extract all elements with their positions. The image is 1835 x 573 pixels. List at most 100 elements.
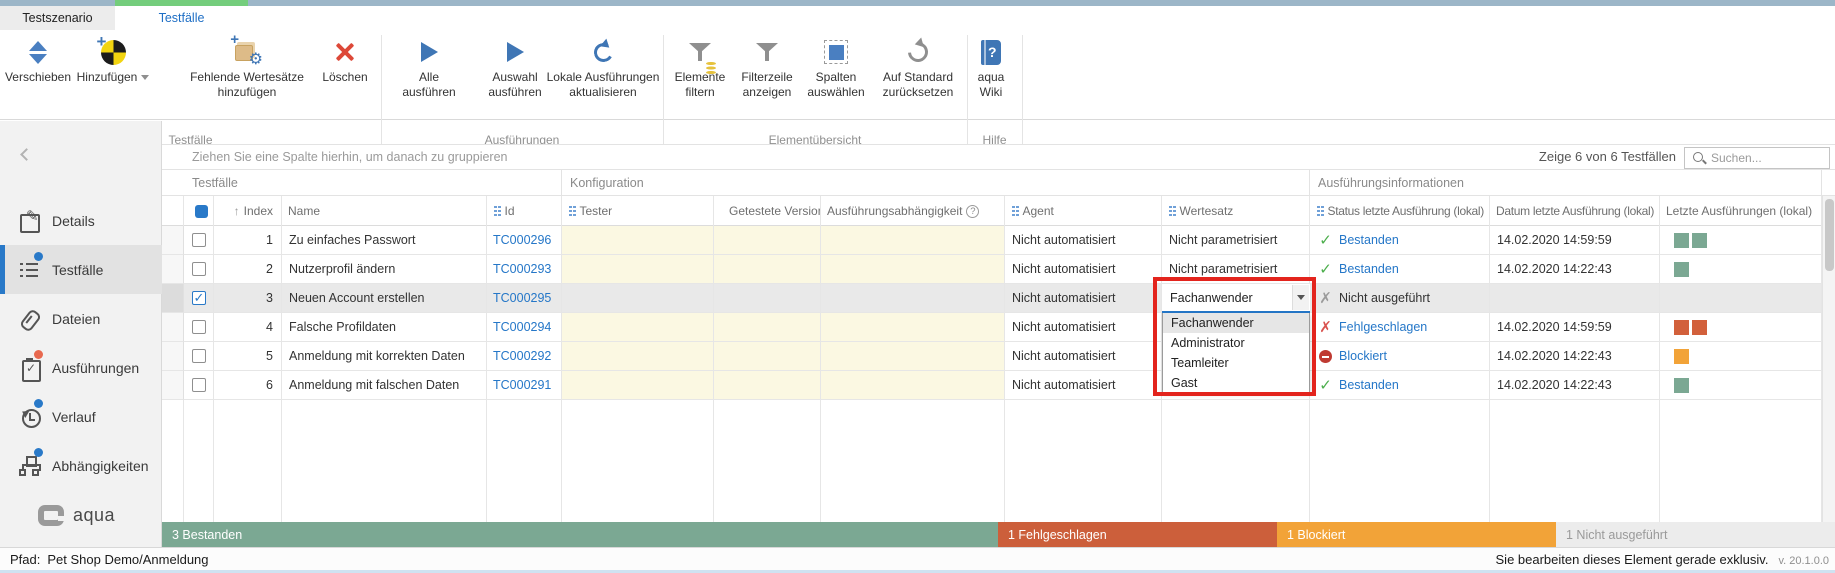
cell-tester[interactable]: [562, 284, 714, 313]
column-header-agent[interactable]: Agent: [1005, 196, 1162, 226]
cell-wertesatz[interactable]: Nicht parametrisiert: [1162, 255, 1310, 284]
combobox-dropdown-button[interactable]: [1292, 285, 1309, 310]
execution-history-squares[interactable]: [1660, 255, 1822, 284]
cell-name[interactable]: Nutzerprofil ändern: [282, 255, 487, 284]
cell-abhaengigkeit[interactable]: [821, 255, 1005, 284]
column-header-ausfuehrungsabhaengigkeit[interactable]: Ausführungsabhängigkeit: [821, 196, 1005, 226]
show-filter-row-button[interactable]: Filterzeileanzeigen: [732, 34, 802, 116]
status-link[interactable]: Bestanden: [1339, 262, 1399, 276]
cell-abhaengigkeit[interactable]: [821, 284, 1005, 313]
cell-abhaengigkeit[interactable]: [821, 226, 1005, 255]
wertesatz-combobox[interactable]: Fachanwender: [1162, 284, 1310, 313]
choose-columns-button[interactable]: Spaltenauswählen: [801, 34, 871, 116]
sidebar-item-verlauf[interactable]: Verlauf: [0, 392, 162, 441]
row-checkbox[interactable]: [192, 233, 206, 247]
filter-items-button[interactable]: Elementefiltern: [668, 34, 732, 116]
sidebar-item-testfaelle[interactable]: Testfälle: [0, 245, 162, 294]
row-checkbox-checked[interactable]: [192, 291, 206, 305]
testcase-id-link[interactable]: TC000294: [493, 320, 551, 334]
cell-abhaengigkeit[interactable]: [821, 313, 1005, 342]
cell-version[interactable]: [714, 255, 821, 284]
scrollbar-thumb[interactable]: [1825, 199, 1834, 271]
tab-testszenario[interactable]: Testszenario: [0, 6, 115, 30]
add-button[interactable]: Hinzufügen: [72, 34, 154, 116]
table-row-selected[interactable]: 3 Neuen Account erstellen TC000295 Nicht…: [162, 284, 1822, 313]
sidebar-item-abhaengigkeiten[interactable]: Abhängigkeiten: [0, 441, 162, 490]
delete-button[interactable]: Löschen: [314, 34, 376, 116]
reset-to-default-button[interactable]: Auf Standardzurücksetzen: [872, 34, 964, 116]
cell-agent[interactable]: Nicht automatisiert: [1005, 371, 1162, 400]
column-header-name[interactable]: Name: [282, 196, 487, 226]
cell-name[interactable]: Zu einfaches Passwort: [282, 226, 487, 255]
dropdown-option-gast[interactable]: Gast: [1163, 373, 1309, 393]
vertical-scrollbar[interactable]: [1822, 196, 1835, 522]
cell-name[interactable]: Falsche Profildaten: [282, 313, 487, 342]
move-button[interactable]: Verschieben: [2, 34, 74, 116]
row-checkbox[interactable]: [192, 320, 206, 334]
column-header-letzte-ausfuehrungen[interactable]: Letzte Ausführungen (lokal): [1660, 196, 1822, 226]
cell-version[interactable]: [714, 342, 821, 371]
testcase-id-link[interactable]: TC000295: [493, 291, 551, 305]
column-header-status[interactable]: Status letzte Ausführung (lokal): [1310, 196, 1490, 226]
table-row[interactable]: 1 Zu einfaches Passwort TC000296 Nicht a…: [162, 226, 1822, 255]
sidebar-item-details[interactable]: Details: [0, 196, 162, 245]
column-header-index[interactable]: Index: [214, 196, 282, 226]
search-input[interactable]: [1711, 151, 1816, 165]
cell-agent[interactable]: Nicht automatisiert: [1005, 313, 1162, 342]
sidebar-item-ausfuehrungen[interactable]: Ausführungen: [0, 343, 162, 392]
testcase-id-link[interactable]: TC000291: [493, 378, 551, 392]
tab-testfaelle[interactable]: Testfälle: [115, 6, 248, 30]
status-link[interactable]: Fehlgeschlagen: [1339, 320, 1427, 334]
status-link[interactable]: Bestanden: [1339, 378, 1399, 392]
cell-name[interactable]: Neuen Account erstellen: [282, 284, 487, 313]
column-header-datum[interactable]: Datum letzte Ausführung (lokal): [1490, 196, 1660, 226]
cell-abhaengigkeit[interactable]: [821, 371, 1005, 400]
execution-history-squares[interactable]: [1660, 342, 1822, 371]
aqua-wiki-button[interactable]: aquaWiki: [968, 34, 1014, 116]
add-missing-valuesets-button[interactable]: Fehlende Wertesätzehinzufügen: [185, 34, 309, 116]
execution-history-squares[interactable]: [1660, 313, 1822, 342]
dropdown-option-teamleiter[interactable]: Teamleiter: [1163, 353, 1309, 373]
cell-tester[interactable]: [562, 313, 714, 342]
execution-history-squares[interactable]: [1660, 371, 1822, 400]
row-checkbox[interactable]: [192, 378, 206, 392]
cell-version[interactable]: [714, 226, 821, 255]
cell-tester[interactable]: [562, 255, 714, 284]
cell-name[interactable]: Anmeldung mit falschen Daten: [282, 371, 487, 400]
row-checkbox[interactable]: [192, 349, 206, 363]
cell-agent[interactable]: Nicht automatisiert: [1005, 342, 1162, 371]
testcase-id-link[interactable]: TC000292: [493, 349, 551, 363]
dropdown-option-fachanwender[interactable]: Fachanwender: [1163, 313, 1309, 333]
cell-agent[interactable]: Nicht automatisiert: [1005, 284, 1162, 313]
table-row[interactable]: 2 Nutzerprofil ändern TC000293 Nicht aut…: [162, 255, 1822, 284]
table-row[interactable]: 5 Anmeldung mit korrekten Daten TC000292…: [162, 342, 1822, 371]
column-header-id[interactable]: Id: [487, 196, 562, 226]
cell-version[interactable]: [714, 371, 821, 400]
status-link[interactable]: Bestanden: [1339, 233, 1399, 247]
execution-history-squares[interactable]: [1660, 226, 1822, 255]
cell-version[interactable]: [714, 313, 821, 342]
status-link[interactable]: Blockiert: [1339, 349, 1387, 363]
refresh-local-executions-button[interactable]: Lokale Ausführungenaktualisieren: [540, 34, 666, 116]
cell-tester[interactable]: [562, 371, 714, 400]
run-all-button[interactable]: Alleausführen: [394, 34, 464, 116]
table-row[interactable]: 6 Anmeldung mit falschen Daten TC000291 …: [162, 371, 1822, 400]
dropdown-option-administrator[interactable]: Administrator: [1163, 333, 1309, 353]
select-all-checkbox[interactable]: [184, 196, 214, 226]
column-header-getestete-version[interactable]: Getestete Version: [714, 196, 821, 226]
cell-agent[interactable]: Nicht automatisiert: [1005, 255, 1162, 284]
cell-abhaengigkeit[interactable]: [821, 342, 1005, 371]
cell-name[interactable]: Anmeldung mit korrekten Daten: [282, 342, 487, 371]
cell-tester[interactable]: [562, 342, 714, 371]
cell-wertesatz[interactable]: Nicht parametrisiert: [1162, 226, 1310, 255]
testcase-id-link[interactable]: TC000296: [493, 233, 551, 247]
cell-version[interactable]: [714, 284, 821, 313]
column-header-wertesatz[interactable]: Wertesatz: [1162, 196, 1310, 226]
testcase-id-link[interactable]: TC000293: [493, 262, 551, 276]
sidebar-item-dateien[interactable]: Dateien: [0, 294, 162, 343]
row-checkbox[interactable]: [192, 262, 206, 276]
cell-agent[interactable]: Nicht automatisiert: [1005, 226, 1162, 255]
column-header-tester[interactable]: Tester: [562, 196, 714, 226]
search-box[interactable]: [1684, 147, 1830, 169]
table-row[interactable]: 4 Falsche Profildaten TC000294 Nicht aut…: [162, 313, 1822, 342]
